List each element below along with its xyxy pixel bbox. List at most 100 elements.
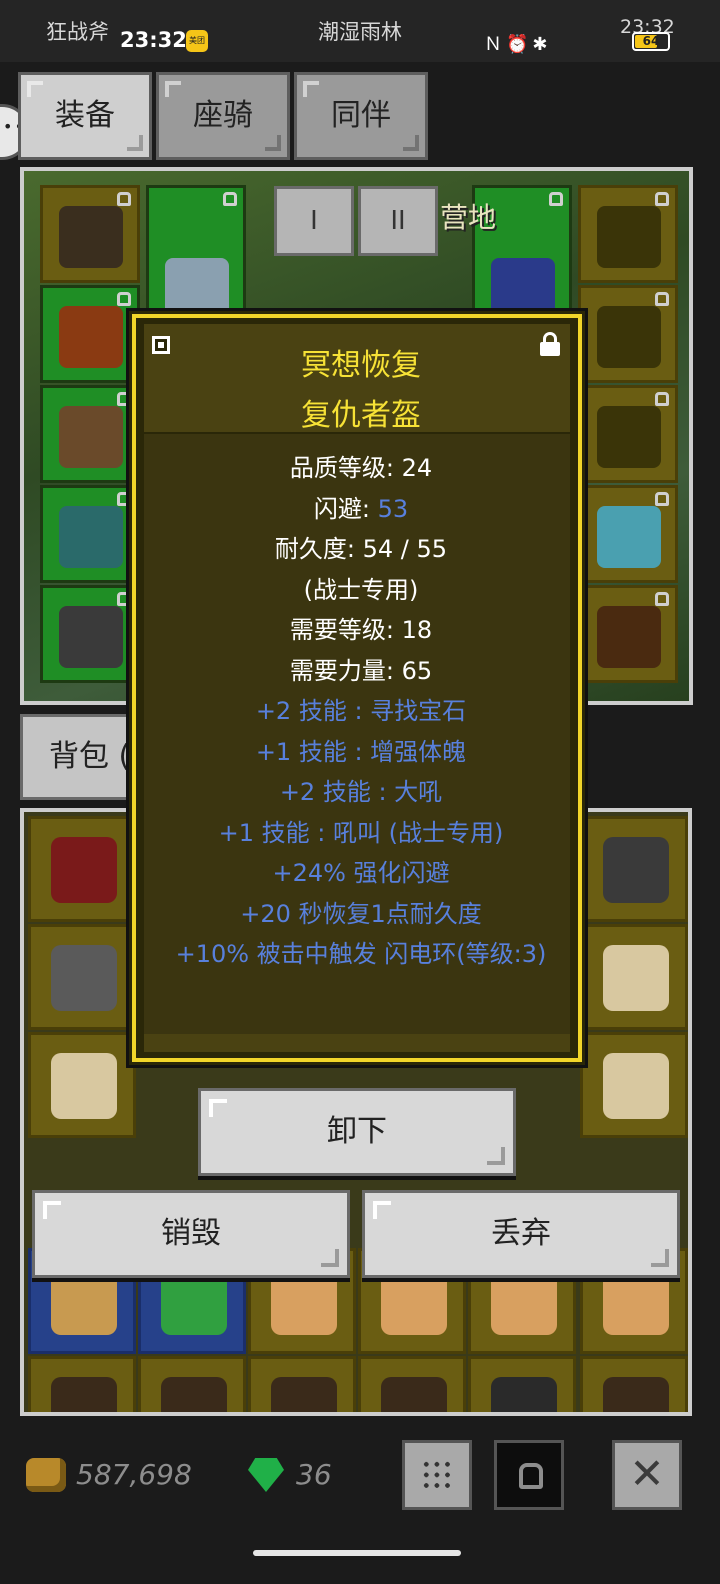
armor-icon: [59, 306, 123, 368]
area-title: 潮湿雨林: [318, 20, 402, 44]
item-affix-name: 冥想恢复: [301, 348, 421, 383]
stat-label: 品质等级:: [289, 454, 402, 482]
stat-label: 需要力量:: [289, 656, 402, 685]
lock-icon: [117, 592, 131, 606]
tiger-mask-icon: [603, 1269, 669, 1335]
item-icon: [491, 1377, 557, 1412]
beetle-icon: [51, 1269, 117, 1335]
lock-icon: [117, 292, 131, 306]
tab-companion[interactable]: 同伴: [294, 72, 428, 160]
alarm-icon: ⏰: [506, 34, 533, 55]
armor-slot[interactable]: [40, 285, 140, 383]
feather-slot[interactable]: [578, 485, 678, 583]
nfc-icon: Ｎ: [484, 34, 506, 55]
bag-slot[interactable]: [28, 924, 136, 1030]
ring-slot-1[interactable]: [578, 285, 678, 383]
boots-slot[interactable]: [40, 485, 140, 583]
camp-label: 营地: [440, 201, 497, 234]
slime-icon: [161, 1269, 227, 1335]
stat-label: 闪避:: [313, 494, 378, 523]
ring-icon: [597, 406, 661, 468]
bag-slot[interactable]: [468, 1356, 576, 1412]
tab-bag[interactable]: 背包 (: [20, 714, 150, 800]
status-bar: 狂战斧 23:32 美团 潮湿雨林 23:32 Ｎ⏰✱ 64: [0, 0, 720, 62]
page-1-button[interactable]: I: [274, 186, 354, 256]
ring-slot-2[interactable]: [578, 385, 678, 483]
grid-icon: [421, 1459, 453, 1491]
unequip-button[interactable]: 卸下: [198, 1088, 516, 1176]
grid-button[interactable]: [402, 1440, 472, 1510]
charm-icon: [597, 606, 661, 668]
bag-slot[interactable]: [580, 924, 688, 1030]
affix-line: +10% 被击中触发 闪电环(等级:3): [175, 940, 547, 968]
item-icon: [603, 1377, 669, 1412]
bag-slot[interactable]: [248, 1356, 356, 1412]
cat-mask-icon: [603, 1053, 669, 1119]
stat-quality-level: 品质等级: 24: [136, 448, 586, 489]
lock-icon: [519, 1463, 543, 1489]
battery-icon: 64: [632, 32, 670, 51]
item-icon: [51, 1377, 117, 1412]
ring-icon: [597, 306, 661, 368]
stat-label: 耐久度:: [274, 535, 363, 563]
tiger-mask-icon: [491, 1269, 557, 1335]
item-tooltip: 冥想恢复 复仇者盔 品质等级: 24 闪避: 53 耐久度: 54 / 55 (…: [132, 314, 582, 1062]
tab-equipment[interactable]: 装备: [18, 72, 152, 160]
helmet-slot[interactable]: [40, 585, 140, 683]
gauntlet-slot[interactable]: [40, 385, 140, 483]
bag-slot[interactable]: [358, 1356, 466, 1412]
bag-slot[interactable]: [580, 1356, 688, 1412]
stat-value: 18: [401, 616, 433, 644]
item-icon: [381, 1377, 447, 1412]
stat-dodge: 闪避: 53: [136, 489, 586, 530]
dagger-icon: [51, 945, 117, 1011]
bag-slot[interactable]: [28, 1032, 136, 1138]
bag-slot[interactable]: [580, 1032, 688, 1138]
lock-icon: [655, 492, 669, 506]
stat-required-level: 需要等级: 18: [136, 610, 586, 651]
stat-value: 54 / 55: [362, 535, 448, 563]
lock-icon: [223, 192, 237, 206]
bag-slot[interactable]: [28, 1356, 136, 1412]
lock-button[interactable]: [494, 1440, 564, 1510]
discard-button[interactable]: 丢弃: [362, 1190, 680, 1278]
item-stats: 品质等级: 24 闪避: 53 耐久度: 54 / 55 (战士专用) 需要等级…: [136, 448, 586, 975]
lock-icon: [655, 392, 669, 406]
page-2-button[interactable]: II: [358, 186, 438, 256]
charm-slot[interactable]: [578, 585, 678, 683]
helmet-icon: [59, 606, 123, 668]
affix-line: +2 技能 : 寻找宝石: [255, 697, 467, 725]
stat-label: 需要等级:: [289, 616, 402, 644]
pickaxe-icon: [603, 837, 669, 903]
bluetooth-icon: ✱: [532, 34, 552, 55]
close-button[interactable]: ✕: [612, 1440, 682, 1510]
destroy-button[interactable]: 销毁: [32, 1190, 350, 1278]
shield-icon: [491, 258, 555, 320]
system-icons: Ｎ⏰✱: [484, 30, 552, 56]
sword-icon: [165, 258, 229, 320]
tab-mount[interactable]: 座骑: [156, 72, 290, 160]
affix-line: +2 技能 : 大吼: [279, 778, 443, 806]
bag-slot[interactable]: [580, 816, 688, 922]
gold-amount: 587,698: [76, 1458, 192, 1491]
stat-required-strength: 需要力量: 65: [136, 651, 586, 692]
gold-icon: [26, 1458, 66, 1492]
item-base-name: 复仇者盔: [301, 398, 421, 433]
affix-line: +24% 强化闪避: [272, 859, 450, 887]
stat-class-restriction: (战士专用): [303, 575, 419, 604]
item-icon: [161, 1377, 227, 1412]
gloves-slot[interactable]: [40, 185, 140, 283]
stat-durability: 耐久度: 54 / 55: [136, 529, 586, 570]
tiger-mask-icon: [271, 1269, 337, 1335]
lock-icon: [655, 592, 669, 606]
home-indicator[interactable]: [253, 1550, 461, 1556]
necklace-slot[interactable]: [578, 185, 678, 283]
gloves-icon: [59, 206, 123, 268]
affix-line: +1 技能 : 吼叫 (战士专用): [218, 818, 504, 847]
bag-slot[interactable]: [28, 816, 136, 922]
lock-icon: [655, 292, 669, 306]
scythe-icon: [51, 837, 117, 903]
bag-slot[interactable]: [138, 1356, 246, 1412]
stat-value: 24: [401, 454, 433, 482]
affix-line: +1 技能 : 增强体魄: [255, 737, 467, 766]
